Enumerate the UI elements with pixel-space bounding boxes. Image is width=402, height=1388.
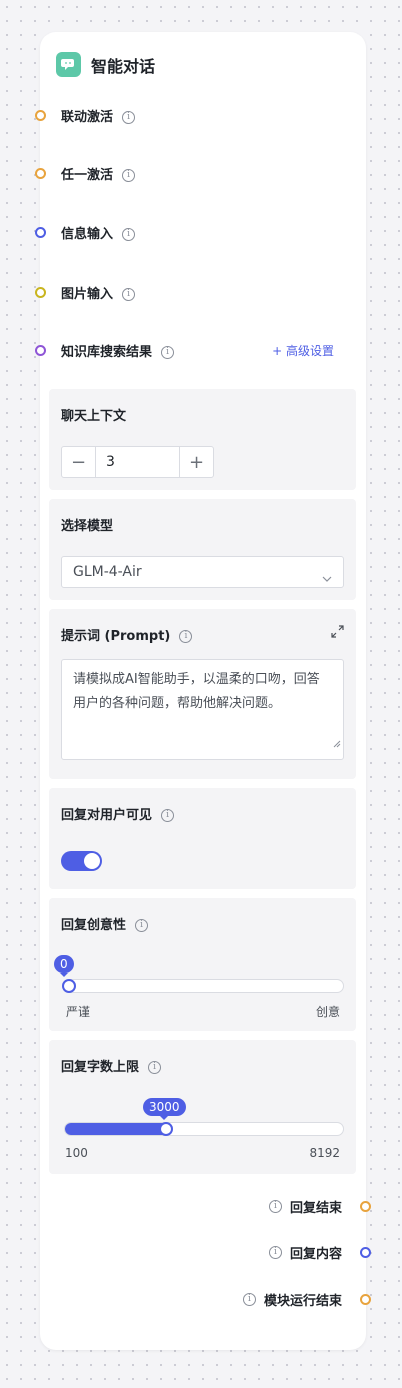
info-icon[interactable]: i <box>122 227 136 241</box>
model-section: 选择模型 GLM-4-Air <box>49 499 356 600</box>
max-chars-max-label: 8192 <box>309 1146 340 1160</box>
increment-button[interactable]: + <box>180 447 213 477</box>
creativity-value-bubble: 0 <box>54 955 74 977</box>
input-port-dot[interactable] <box>35 286 46 298</box>
creativity-min-label: 严谨 <box>66 1005 91 1019</box>
decrement-button[interactable]: − <box>62 447 95 477</box>
slider-thumb[interactable] <box>159 1122 173 1136</box>
visible-to-user-title: 回复对用户可见 <box>61 808 153 823</box>
input-port-label: 任一激活 <box>61 167 114 183</box>
input-port-row: 联动激活 i <box>35 105 366 125</box>
input-port-row: 任一激活 i <box>35 163 366 183</box>
output-port-row: i 回复内容 <box>40 1243 371 1263</box>
info-icon[interactable]: i <box>268 1246 282 1259</box>
model-title: 选择模型 <box>61 519 114 534</box>
prompt-title: 提示词 (Prompt) <box>61 629 171 644</box>
slider-fill <box>65 1123 168 1135</box>
info-icon[interactable]: i <box>135 919 149 932</box>
max-chars-slider[interactable] <box>64 1122 344 1136</box>
creativity-max-label: 创意 <box>315 1005 340 1019</box>
info-icon[interactable]: i <box>179 630 193 643</box>
node-title: 智能对话 <box>91 56 156 76</box>
input-port-dot[interactable] <box>35 226 46 238</box>
slider-thumb[interactable] <box>62 979 76 993</box>
max-chars-min-label: 100 <box>65 1146 88 1160</box>
creativity-section: 回复创意性 i 0 严谨 创意 <box>49 898 356 1031</box>
resize-handle-icon[interactable] <box>333 733 341 757</box>
node-header: 智能对话 <box>56 52 155 77</box>
visible-to-user-section: 回复对用户可见 i <box>49 788 356 889</box>
info-icon[interactable]: i <box>242 1293 256 1306</box>
input-port-dot[interactable] <box>35 109 46 121</box>
creativity-title: 回复创意性 <box>61 918 127 933</box>
max-chars-section: 回复字数上限 i 3000 100 8192 <box>49 1040 356 1174</box>
info-icon[interactable]: i <box>268 1200 282 1213</box>
advanced-settings-link[interactable]: + 高级设置 <box>272 342 334 359</box>
toggle-knob <box>84 853 100 869</box>
chat-context-input[interactable]: 3 <box>95 447 180 477</box>
info-icon[interactable]: i <box>148 1061 162 1074</box>
output-port-dot[interactable] <box>360 1247 371 1258</box>
prompt-textarea[interactable]: 请模拟成AI智能助手，以温柔的口吻，回答用户的各种问题，帮助他解决问题。 <box>61 659 344 760</box>
max-chars-value-bubble: 3000 <box>143 1098 186 1120</box>
visible-to-user-toggle[interactable] <box>61 851 102 871</box>
input-port-row: 知识库搜索结果 i + 高级设置 <box>35 340 366 360</box>
info-icon[interactable]: i <box>161 345 175 359</box>
model-selected-value: GLM-4-Air <box>73 564 142 580</box>
expand-icon[interactable] <box>331 623 344 642</box>
chat-context-section: 聊天上下文 − 3 + <box>49 389 356 490</box>
output-port-row: i 模块运行结束 <box>40 1290 371 1310</box>
input-port-dot[interactable] <box>35 167 46 179</box>
input-port-row: 图片输入 i <box>35 282 366 302</box>
info-icon[interactable]: i <box>161 809 175 822</box>
output-port-label: 回复结束 <box>289 1201 342 1216</box>
smart-dialog-node[interactable]: 智能对话 联动激活 i 任一激活 i 信息输入 i 图片输入 i 知识库搜索结果… <box>35 32 371 1350</box>
chat-context-title: 聊天上下文 <box>61 409 127 424</box>
input-port-dot[interactable] <box>35 344 46 356</box>
output-port-dot[interactable] <box>360 1294 371 1305</box>
model-select[interactable]: GLM-4-Air <box>61 556 344 588</box>
chevron-down-icon <box>321 566 333 596</box>
input-port-label: 联动激活 <box>61 109 114 125</box>
prompt-section: 提示词 (Prompt) i 请模拟成AI智能助手，以温柔的口吻，回答用户的各种… <box>49 609 356 779</box>
creativity-slider[interactable] <box>62 979 344 993</box>
input-port-row: 信息输入 i <box>35 222 366 242</box>
chat-bubble-icon <box>56 52 81 77</box>
info-icon[interactable]: i <box>122 168 136 182</box>
chat-context-stepper: − 3 + <box>61 446 214 478</box>
info-icon[interactable]: i <box>122 110 136 124</box>
output-port-dot[interactable] <box>360 1201 371 1212</box>
output-port-label: 回复内容 <box>289 1247 342 1262</box>
output-port-row: i 回复结束 <box>40 1197 371 1217</box>
input-port-label: 图片输入 <box>61 286 114 302</box>
output-port-label: 模块运行结束 <box>263 1294 342 1309</box>
prompt-text: 请模拟成AI智能助手，以温柔的口吻，回答用户的各种问题，帮助他解决问题。 <box>73 672 320 711</box>
info-icon[interactable]: i <box>122 287 136 301</box>
input-port-label: 信息输入 <box>61 226 114 242</box>
input-port-label: 知识库搜索结果 <box>61 344 153 360</box>
max-chars-title: 回复字数上限 <box>61 1060 140 1075</box>
